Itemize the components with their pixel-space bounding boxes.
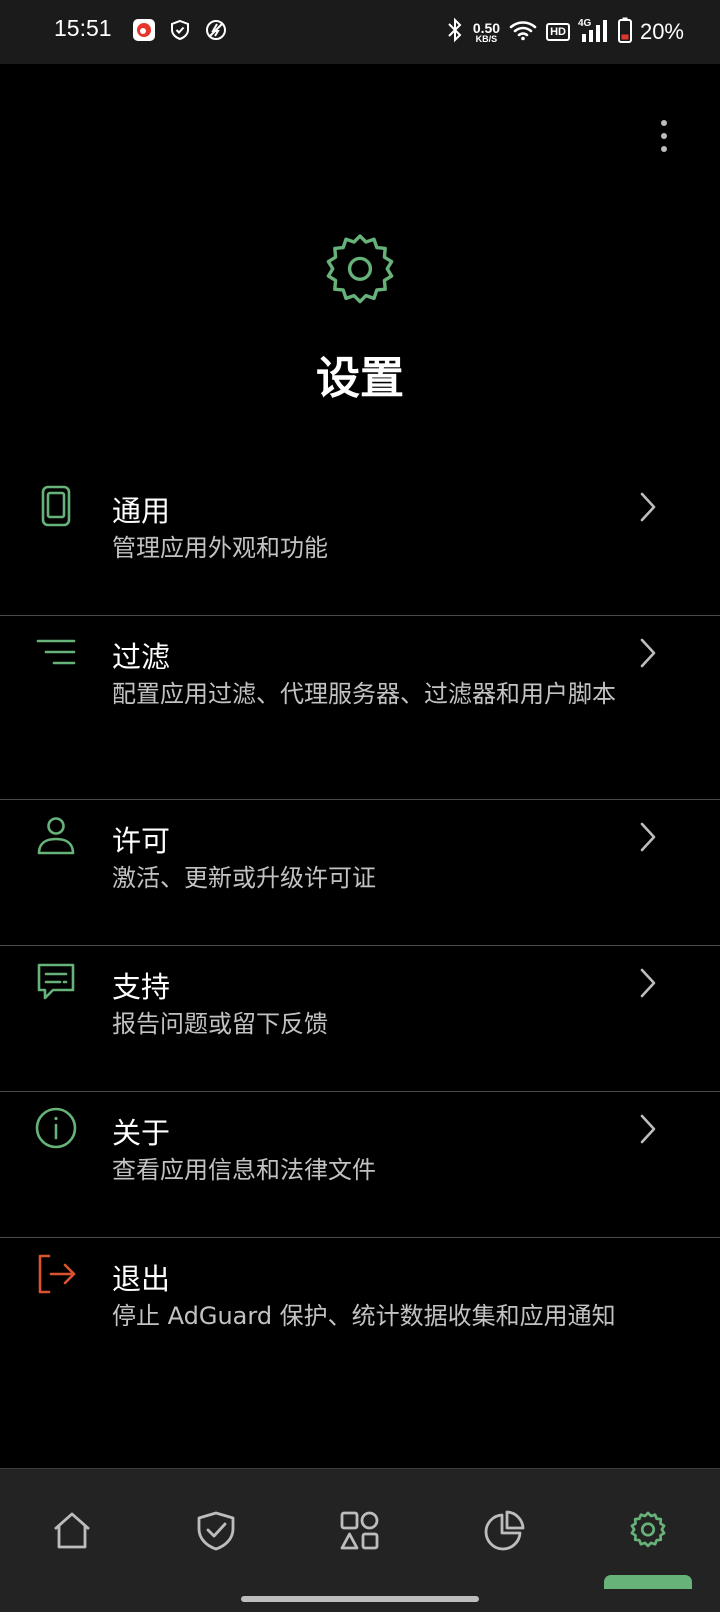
nav-activity[interactable] [328, 1501, 392, 1565]
settings-item-title: 关于 [112, 1116, 171, 1150]
settings-item-subtitle: 激活、更新或升级许可证 [112, 864, 376, 892]
phone-icon [34, 484, 78, 528]
active-tab-indicator [604, 1575, 692, 1589]
no-sync-icon [204, 18, 228, 46]
settings-item-license[interactable]: 许可 激活、更新或升级许可证 [0, 800, 720, 946]
gear-icon [625, 1508, 671, 1558]
status-time: 15:51 [54, 15, 112, 41]
chevron-right-icon [636, 490, 660, 524]
status-system-icons: 0.50 KB/S HD 4G 20% [445, 17, 684, 47]
battery-percent: 20% [639, 19, 684, 44]
settings-item-support[interactable]: 支持 报告问题或留下反馈 [0, 946, 720, 1092]
nav-settings[interactable] [616, 1501, 680, 1565]
user-icon [34, 814, 78, 858]
settings-item-general[interactable]: 通用 管理应用外观和功能 [0, 470, 720, 616]
status-bar: 15:51 0.50 KB/S HD 4G 20% [0, 0, 720, 64]
nav-statistics[interactable] [472, 1501, 536, 1565]
vpn-shield-icon [168, 18, 192, 46]
info-icon [34, 1106, 78, 1150]
settings-item-subtitle: 配置应用过滤、代理服务器、过滤器和用户脚本 [112, 680, 616, 708]
hd-badge: HD [546, 23, 570, 41]
settings-item-subtitle: 停止 AdGuard 保护、统计数据收集和应用通知 [112, 1302, 616, 1330]
bottom-navigation [0, 1468, 720, 1612]
gear-icon [312, 224, 408, 320]
stats-pie-icon [482, 1509, 526, 1557]
gesture-handle[interactable] [241, 1596, 479, 1602]
settings-item-subtitle: 报告问题或留下反馈 [112, 1010, 328, 1038]
exit-icon [34, 1252, 78, 1296]
apps-grid-icon [338, 1509, 382, 1557]
nav-home[interactable] [40, 1501, 104, 1565]
chat-icon [34, 960, 78, 1004]
more-options-icon[interactable] [652, 116, 676, 156]
settings-item-title: 支持 [112, 970, 171, 1004]
nav-protection[interactable] [184, 1501, 248, 1565]
settings-item-title: 许可 [112, 824, 171, 858]
filter-lines-icon [34, 630, 78, 674]
weibo-app-icon [132, 18, 156, 46]
chevron-right-icon [636, 636, 660, 670]
settings-item-subtitle: 管理应用外观和功能 [112, 534, 328, 562]
status-notification-icons [132, 18, 228, 46]
page-title: 设置 [316, 353, 404, 404]
settings-item-exit[interactable]: 退出 停止 AdGuard 保护、统计数据收集和应用通知 [0, 1238, 720, 1384]
net-speed: 0.50 KB/S [472, 19, 501, 44]
chevron-right-icon [636, 820, 660, 854]
settings-list: 通用 管理应用外观和功能 过滤 配置应用过滤、代理服务器、过滤器和用户脚本 许可… [0, 470, 720, 1384]
home-icon [50, 1509, 94, 1557]
battery-icon [617, 17, 632, 47]
signal-icon: 4G [578, 17, 610, 47]
settings-item-title: 退出 [112, 1262, 171, 1296]
chevron-right-icon [636, 1112, 660, 1146]
wifi-icon [508, 18, 538, 46]
settings-item-about[interactable]: 关于 查看应用信息和法律文件 [0, 1092, 720, 1238]
bluetooth-icon [445, 17, 465, 47]
chevron-right-icon [636, 966, 660, 1000]
network-type-label: 4G [578, 18, 592, 29]
settings-item-title: 通用 [112, 494, 171, 528]
settings-item-filtering[interactable]: 过滤 配置应用过滤、代理服务器、过滤器和用户脚本 [0, 616, 720, 800]
settings-item-subtitle: 查看应用信息和法律文件 [112, 1156, 376, 1184]
shield-check-icon [194, 1509, 238, 1557]
settings-item-title: 过滤 [112, 640, 171, 674]
